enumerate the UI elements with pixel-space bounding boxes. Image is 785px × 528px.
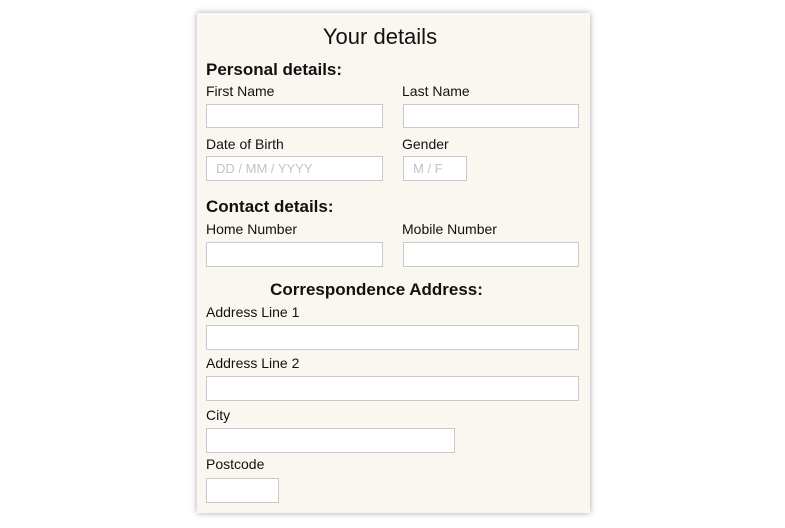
form-title: Your details <box>322 24 438 49</box>
postcode-field[interactable] <box>206 478 279 503</box>
last-name-label: Last Name <box>402 83 470 99</box>
first-name-field[interactable] <box>206 104 383 128</box>
address-line-1-field[interactable] <box>206 325 579 350</box>
address-line-2-label: Address Line 2 <box>206 355 300 371</box>
date-of-birth-field[interactable] <box>206 156 383 181</box>
gender-field[interactable] <box>403 156 467 181</box>
city-label: City <box>206 407 231 423</box>
postcode-label: Postcode <box>206 456 265 472</box>
address-line-1-label: Address Line 1 <box>206 304 300 320</box>
correspondence-address-heading: Correspondence Address: <box>270 280 483 299</box>
home-number-field[interactable] <box>206 242 383 267</box>
first-name-label: First Name <box>206 83 275 99</box>
details-form-card: Your details Personal details: First Nam… <box>197 13 590 513</box>
gender-label: Gender <box>402 136 449 152</box>
date-of-birth-label: Date of Birth <box>206 136 284 152</box>
contact-details-heading: Contact details: <box>206 197 334 216</box>
city-field[interactable] <box>206 428 455 453</box>
last-name-field[interactable] <box>403 104 579 128</box>
home-number-label: Home Number <box>206 221 298 237</box>
mobile-number-label: Mobile Number <box>402 221 497 237</box>
mobile-number-field[interactable] <box>403 242 579 267</box>
address-line-2-field[interactable] <box>206 376 579 401</box>
personal-details-heading: Personal details: <box>206 60 343 79</box>
